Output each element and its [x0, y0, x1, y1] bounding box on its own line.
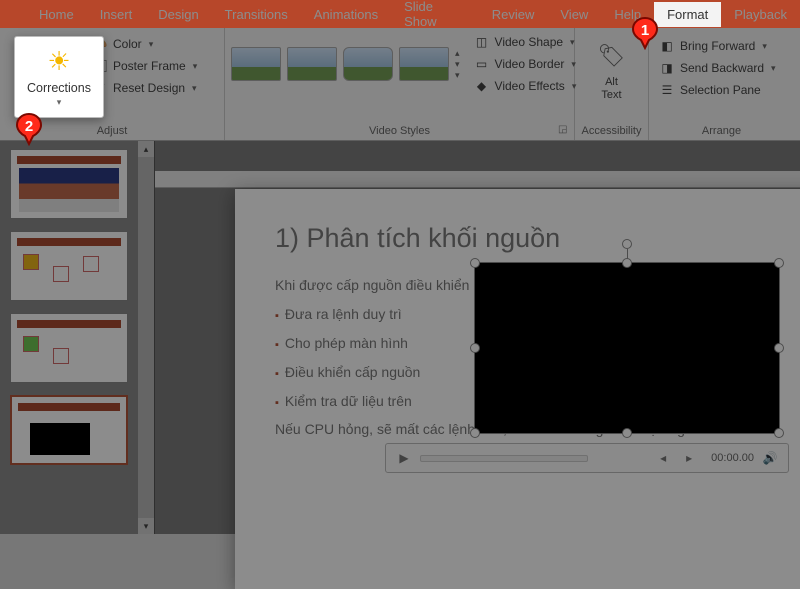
slide[interactable]: 1) Phân tích khối nguồn Khi được cấp ngu… — [235, 189, 800, 589]
slide-thumbnail[interactable] — [10, 231, 128, 301]
resize-handle[interactable] — [774, 428, 784, 438]
tab-animations[interactable]: Animations — [301, 2, 391, 27]
volume-button[interactable]: 🔊 — [760, 451, 780, 465]
horizontal-ruler — [155, 171, 800, 188]
video-style-thumb[interactable] — [287, 47, 337, 81]
send-backward-button[interactable]: ◨ Send Backward — [655, 58, 788, 78]
slide-thumbnail[interactable] — [10, 313, 128, 383]
tab-transitions[interactable]: Transitions — [212, 2, 301, 27]
video-shape-label: Video Shape — [495, 35, 564, 49]
slide-canvas: 1) Phân tích khối nguồn Khi được cấp ngu… — [155, 141, 800, 534]
play-button[interactable]: ▶ — [394, 451, 414, 465]
rotate-handle[interactable] — [622, 239, 632, 249]
selection-pane-label: Selection Pane — [680, 83, 761, 97]
thumbnails-scrollbar[interactable]: ▴ ▾ — [138, 141, 154, 534]
ribbon: 🎨 Color 🖼 Poster Frame ↺ Reset Design Ad… — [0, 28, 800, 141]
selection-pane-icon: ☰ — [659, 82, 675, 98]
video-shape-button[interactable]: ◫ Video Shape — [470, 32, 581, 52]
video-style-thumb[interactable] — [399, 47, 449, 81]
corrections-label: Corrections — [27, 81, 91, 95]
gallery-more[interactable]: ▾ — [455, 70, 460, 81]
scroll-down-icon[interactable]: ▾ — [138, 518, 154, 534]
arrange-group-label: Arrange — [649, 125, 794, 137]
video-effects-icon: ◆ — [474, 78, 490, 94]
tab-help[interactable]: Help — [601, 2, 654, 27]
send-backward-icon: ◨ — [659, 60, 675, 76]
corrections-icon: ☀ — [47, 46, 70, 77]
slide-thumbnails-pane: ▴ ▾ — [0, 141, 155, 534]
seek-track[interactable] — [420, 455, 588, 462]
ribbon-tabs: Home Insert Design Transitions Animation… — [0, 0, 800, 28]
video-object[interactable] — [474, 262, 780, 434]
scroll-up-icon[interactable]: ▴ — [138, 141, 154, 157]
poster-frame-button[interactable]: 🖼 Poster Frame — [88, 56, 201, 76]
resize-handle[interactable] — [470, 258, 480, 268]
poster-frame-label: Poster Frame — [113, 59, 186, 73]
tab-home[interactable]: Home — [26, 2, 87, 27]
resize-handle[interactable] — [774, 343, 784, 353]
accessibility-group-label: Accessibility — [575, 125, 648, 137]
selection-pane-button[interactable]: ☰ Selection Pane — [655, 80, 788, 100]
tab-format[interactable]: Format — [654, 2, 721, 27]
step-back-button[interactable]: ◂ — [653, 451, 673, 465]
corrections-button[interactable]: ☀ Corrections ▾ — [14, 36, 104, 118]
resize-handle[interactable] — [774, 258, 784, 268]
reset-design-label: Reset Design — [113, 81, 185, 95]
resize-handle[interactable] — [470, 343, 480, 353]
video-effects-button[interactable]: ◆ Video Effects — [470, 76, 581, 96]
video-style-thumb[interactable] — [231, 47, 281, 81]
chevron-down-icon: ▾ — [57, 97, 62, 108]
slide-thumbnail[interactable] — [10, 149, 128, 219]
video-border-label: Video Border — [495, 57, 565, 71]
bring-forward-label: Bring Forward — [680, 39, 755, 53]
video-shape-icon: ◫ — [474, 34, 490, 50]
tab-review[interactable]: Review — [479, 2, 548, 27]
video-style-thumb[interactable] — [343, 47, 393, 81]
tab-playback[interactable]: Playback — [721, 2, 800, 27]
resize-handle[interactable] — [622, 428, 632, 438]
video-border-button[interactable]: ▭ Video Border — [470, 54, 581, 74]
color-button[interactable]: 🎨 Color — [88, 34, 201, 54]
video-effects-label: Video Effects — [495, 79, 565, 93]
video-styles-dialog-launcher[interactable]: ◲ — [558, 124, 570, 136]
step-forward-button[interactable]: ▸ — [679, 451, 699, 465]
slide-title: 1) Phân tích khối nguồn — [275, 223, 800, 254]
tab-insert[interactable]: Insert — [87, 2, 146, 27]
tab-design[interactable]: Design — [145, 2, 211, 27]
reset-design-button[interactable]: ↺ Reset Design — [88, 78, 201, 98]
tab-view[interactable]: View — [547, 2, 601, 27]
alt-text-button[interactable]: 🏷 AltText — [581, 32, 642, 105]
slide-thumbnail-selected[interactable] — [10, 395, 128, 465]
workspace: ▴ ▾ 1) Phân tích khối nguồn Khi được cấp… — [0, 141, 800, 534]
send-backward-label: Send Backward — [680, 61, 764, 75]
video-styles-group-label: Video Styles — [225, 125, 574, 137]
bring-forward-icon: ◧ — [659, 38, 675, 54]
resize-handle[interactable] — [470, 428, 480, 438]
bring-forward-button[interactable]: ◧ Bring Forward — [655, 36, 788, 56]
video-border-icon: ▭ — [474, 56, 490, 72]
video-media-controls: ▶ ◂ ▸ 00:00.00 🔊 — [385, 443, 789, 473]
color-label: Color — [113, 37, 142, 51]
resize-handle[interactable] — [622, 258, 632, 268]
gallery-scroll-up[interactable]: ▴ — [455, 48, 460, 59]
playback-time: 00:00.00 — [711, 452, 754, 464]
gallery-scroll-down[interactable]: ▾ — [455, 59, 460, 70]
alt-text-icon: 🏷 — [592, 36, 632, 76]
adjust-group-label: Adjust — [0, 125, 224, 137]
